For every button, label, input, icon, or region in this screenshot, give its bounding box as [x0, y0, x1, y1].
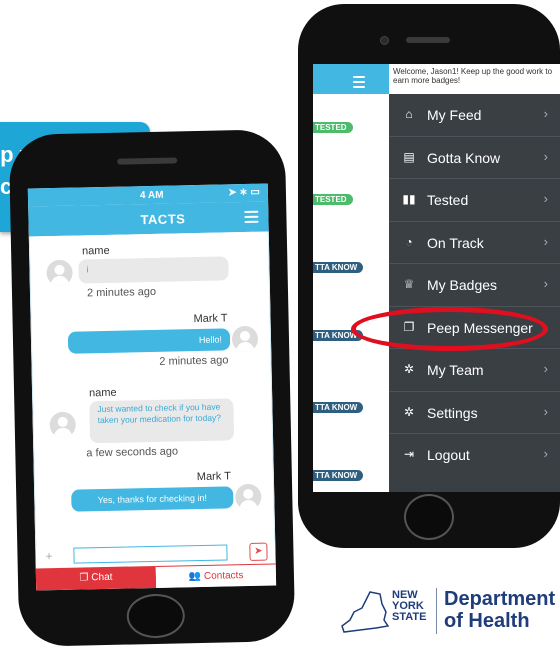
- header-title: TACTS: [140, 211, 186, 228]
- home-icon: ⌂: [405, 107, 413, 121]
- avatar: [235, 483, 262, 511]
- chevron-right-icon: ›: [543, 403, 548, 419]
- chevron-right-icon: ›: [543, 318, 548, 334]
- send-button[interactable]: ➤: [249, 542, 268, 561]
- status-icons: ➤ ∗ ▭: [228, 186, 261, 199]
- avatar: [49, 411, 77, 439]
- menu-item-label: My Team: [427, 362, 484, 378]
- message-time: 2 minutes ago: [159, 354, 229, 368]
- document-icon: ▤: [403, 149, 415, 164]
- status-time: 4 AM: [139, 189, 164, 202]
- menu-item-label: Peep Messenger: [427, 319, 533, 336]
- speaker: [406, 37, 450, 43]
- menu-item-label: My Feed: [427, 107, 482, 123]
- menu-screen: TESTED TESTED TTA KNOW TTA KNOW TTA KNOW…: [313, 64, 560, 492]
- menu-item-label: Tested: [427, 192, 469, 208]
- logout-icon: ⇥: [403, 447, 415, 461]
- chevron-right-icon: ›: [543, 361, 548, 376]
- message-bubble-outgoing: Hello!: [67, 328, 231, 354]
- menu-item-my-badges[interactable]: ♕ My Badges ›: [389, 264, 560, 307]
- menu-item-on-track[interactable]: ◔ On Track ›: [389, 222, 560, 264]
- hamburger-menu-icon[interactable]: [353, 76, 365, 91]
- chevron-right-icon: ›: [543, 148, 548, 164]
- new-york-state-outline-icon: [341, 591, 390, 633]
- message-time: 2 minutes ago: [86, 285, 157, 300]
- chat-icon: ❐: [79, 572, 89, 584]
- menu-item-my-feed[interactable]: ⌂ My Feed ›: [389, 94, 560, 137]
- menu-item-gotta-know[interactable]: ▤ Gotta Know ›: [389, 137, 560, 179]
- chevron-right-icon: ›: [543, 276, 548, 291]
- message-bubble-outgoing: Yes, thanks for checking in!: [71, 486, 234, 512]
- book-icon: ▮▮: [402, 192, 416, 206]
- tab-contacts[interactable]: 👥 Contacts: [155, 563, 277, 588]
- message-bubble-incoming: Just wanted to check if you have taken y…: [89, 398, 235, 444]
- message-input[interactable]: [73, 544, 228, 564]
- home-button[interactable]: [126, 593, 186, 639]
- menu-item-tested[interactable]: ▮▮ Tested ›: [389, 179, 560, 222]
- logo-divider: [436, 588, 437, 634]
- gotta-know-tag: TTA KNOW: [313, 330, 364, 341]
- gear-icon: ✲: [403, 404, 415, 419]
- messenger-icon: ❐: [403, 319, 415, 334]
- gotta-know-tag: TTA KNOW: [313, 262, 364, 273]
- side-menu: ⌂ My Feed › ▤ Gotta Know › ▮▮ Tested › ◔ On Tra…: [389, 94, 560, 477]
- menu-item-label: Logout: [427, 447, 470, 463]
- message-list[interactable]: name i 2 minutes ago Mark T Hello! 2 min…: [28, 231, 276, 547]
- feed-header: [313, 64, 389, 94]
- tab-chat[interactable]: ❐ Chat: [35, 565, 157, 591]
- gotta-know-tag: TTA KNOW: [313, 470, 364, 481]
- clock-icon: ◔: [405, 234, 413, 249]
- message-bubble-incoming: i: [78, 256, 229, 284]
- tab-chat-label: Chat: [91, 571, 113, 584]
- tab-contacts-label: Contacts: [203, 570, 244, 582]
- bottom-tab-bar: ❐ Chat 👥 Contacts: [35, 563, 277, 591]
- feed-background: TESTED TESTED TTA KNOW TTA KNOW TTA KNOW…: [313, 64, 389, 492]
- logo-dept-line-1: Department: [444, 588, 556, 610]
- nys-health-logo: NEW YORK STATE Department of Health: [340, 586, 558, 642]
- avatar: [231, 325, 259, 353]
- tested-tag: TESTED: [313, 194, 353, 205]
- menu-item-my-team[interactable]: ✲ My Team ›: [389, 349, 560, 392]
- chevron-right-icon: ›: [543, 233, 548, 249]
- team-icon: ✲: [403, 362, 415, 376]
- add-attachment-button[interactable]: +: [45, 549, 52, 563]
- home-button[interactable]: [404, 494, 454, 540]
- menu-item-logout[interactable]: ⇥ Logout ›: [389, 434, 560, 477]
- contacts-icon: 👥: [188, 571, 202, 583]
- menu-item-settings[interactable]: ✲ Settings ›: [389, 392, 560, 434]
- message-time: a few seconds ago: [86, 445, 179, 460]
- message-sender: Mark T: [193, 312, 228, 326]
- message-sender: name: [81, 244, 110, 258]
- badge-icon: ♕: [403, 277, 415, 291]
- chevron-right-icon: ›: [543, 446, 548, 461]
- chevron-right-icon: ›: [543, 106, 548, 121]
- chat-screen: 4 AM ➤ ∗ ▭ TACTS name i 2 minutes ago Ma…: [27, 183, 277, 591]
- menu-item-label: Settings: [427, 404, 478, 421]
- logo-dept-line-2: of Health: [444, 610, 530, 632]
- logo-state-line-3: STATE: [392, 611, 427, 623]
- hamburger-menu-icon[interactable]: [244, 210, 259, 226]
- menu-item-label: Gotta Know: [427, 149, 501, 166]
- welcome-message: Welcome, Jason1! Keep up the good work t…: [389, 64, 560, 94]
- message-sender: name: [88, 386, 117, 400]
- speaker: [117, 157, 178, 165]
- menu-item-label: My Badges: [427, 277, 498, 293]
- menu-item-peep-messenger[interactable]: ❐ Peep Messenger ›: [389, 307, 560, 349]
- front-camera: [380, 36, 389, 45]
- message-sender: Mark T: [196, 470, 231, 484]
- right-phone: TESTED TESTED TTA KNOW TTA KNOW TTA KNOW…: [298, 4, 560, 548]
- menu-item-label: On Track: [427, 234, 484, 251]
- avatar: [46, 259, 73, 287]
- left-phone: 4 AM ➤ ∗ ▭ TACTS name i 2 minutes ago Ma…: [8, 129, 296, 646]
- gotta-know-tag: TTA KNOW: [313, 402, 364, 413]
- chevron-right-icon: ›: [543, 191, 548, 206]
- tested-tag: TESTED: [313, 122, 353, 133]
